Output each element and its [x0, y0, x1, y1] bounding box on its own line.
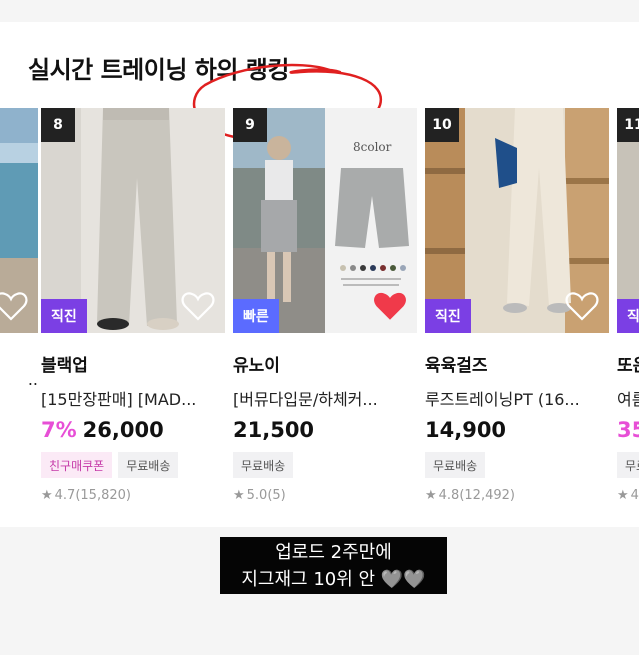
rank-badge: 8 — [41, 108, 75, 142]
product-brand[interactable]: 또온 — [617, 351, 639, 376]
photo-label: 8color — [353, 140, 392, 154]
review-count: (15,820) — [75, 488, 131, 503]
star-icon: ★ — [41, 488, 53, 503]
free-shipping-badge: 무료배송 — [617, 452, 639, 478]
rating-value: 4 — [630, 488, 639, 503]
delivery-tag: 직진 — [617, 299, 639, 333]
badge-list: 무료배송 — [425, 452, 609, 478]
delivery-tag: 직진 — [41, 299, 87, 333]
heart-icon[interactable] — [181, 291, 215, 321]
star-icon: ★ — [425, 488, 437, 503]
product-image[interactable]: 10 직진 — [425, 108, 609, 333]
rating-value: 4.8 — [438, 488, 460, 503]
badge-list: 무료배송 — [617, 452, 639, 478]
rating: ★ 4.8(12,492) — [425, 488, 609, 503]
heart-icon[interactable] — [565, 291, 599, 321]
product-brand[interactable]: 유노이 — [233, 351, 417, 376]
delivery-tag: 직진 — [425, 299, 471, 333]
free-shipping-badge: 무료배송 — [118, 452, 179, 478]
star-icon: ★ — [617, 488, 629, 503]
product-card[interactable]: 11 직진 또온 여름 35 무료배송 ★4 — [617, 108, 639, 503]
product-name[interactable]: [15만장판매] [MAD... — [41, 386, 225, 410]
free-shipping-badge: 무료배송 — [425, 452, 486, 478]
product-card[interactable]: .. — [0, 108, 38, 389]
product-brand[interactable]: 블랙업 — [41, 351, 225, 376]
rank-badge: 11 — [617, 108, 639, 142]
product-name[interactable]: 여름 — [617, 386, 639, 410]
caption-line-1: 업로드 2주만에 — [275, 542, 392, 563]
rank-badge: 9 — [233, 108, 267, 142]
discount-rate: 35 — [617, 418, 639, 442]
rating: ★ 5.0(5) — [233, 488, 417, 503]
product-image[interactable]: 8color 9 빠른 — [233, 108, 417, 333]
rating: ★ 4 — [617, 488, 639, 503]
product-card[interactable]: 8color 9 빠른 유노이 [버뮤다입문/하체커... 21,500 무료배… — [233, 108, 417, 503]
badge-list: 무료배송 — [233, 452, 417, 478]
coupon-badge: 친구매쿠폰 — [41, 452, 113, 478]
price: 21,500 — [233, 418, 315, 442]
product-brand[interactable]: 육육걸즈 — [425, 351, 609, 376]
review-count: (5) — [267, 488, 286, 503]
product-image[interactable] — [0, 108, 38, 333]
delivery-tag: 빠른 — [233, 299, 279, 333]
review-count: (12,492) — [459, 488, 515, 503]
rating-value: 4.7 — [54, 488, 76, 503]
price: 14,900 — [425, 418, 507, 442]
price-row: 35 — [617, 418, 639, 442]
rating-value: 5.0 — [246, 488, 268, 503]
discount-rate: 7% — [41, 418, 77, 442]
heart-icon-filled[interactable] — [373, 291, 407, 321]
star-icon: ★ — [233, 488, 245, 503]
product-name[interactable]: [버뮤다입문/하체커... — [233, 386, 417, 410]
section-title: 실시간 트레이닝 하의 랭킹 — [28, 56, 289, 84]
rating: ★ 4.7(15,820) — [41, 488, 225, 503]
story-caption: 업로드 2주만에 지그재그 10위 안 🩶🩶 — [220, 537, 447, 594]
product-image[interactable]: 8 직진 — [41, 108, 225, 333]
rank-badge: 10 — [425, 108, 459, 142]
product-card[interactable]: 8 직진 블랙업 [15만장판매] [MAD... 7% 26,000 친구매쿠폰… — [41, 108, 225, 503]
price-row: 7% 26,000 — [41, 418, 225, 442]
price: 26,000 — [82, 418, 164, 442]
product-image[interactable]: 11 직진 — [617, 108, 639, 333]
badge-list: 친구매쿠폰 무료배송 — [41, 452, 225, 478]
price-row: 14,900 — [425, 418, 609, 442]
price-row: 21,500 — [233, 418, 417, 442]
product-name[interactable]: 루즈트레이닝PT (16... — [425, 386, 609, 410]
heart-icon[interactable] — [0, 291, 28, 321]
product-name[interactable]: .. — [0, 370, 38, 389]
free-shipping-badge: 무료배송 — [233, 452, 294, 478]
caption-line-2: 지그재그 10위 안 🩶🩶 — [241, 569, 426, 590]
product-card[interactable]: 10 직진 육육걸즈 루즈트레이닝PT (16... 14,900 무료배송 ★… — [425, 108, 609, 503]
product-carousel[interactable]: .. 8 직진 블랙업 [15만장판매] [MAD... 7% 26,000 친구… — [0, 108, 639, 518]
